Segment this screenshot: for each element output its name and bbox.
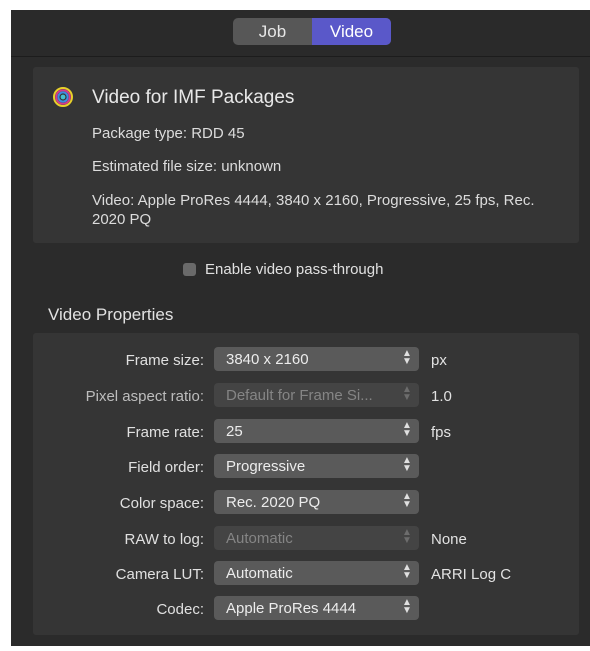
frame-rate-row: Frame rate: 25 ▲ ▼ fps — [33, 419, 579, 445]
setting-summary-box: Video for IMF Packages Package type: RDD… — [33, 67, 579, 243]
color-space-popup[interactable]: Rec. 2020 PQ ▲ ▼ — [214, 490, 419, 514]
chevron-updown-icon: ▲ ▼ — [402, 491, 412, 510]
chevron-updown-icon: ▲ ▼ — [402, 597, 412, 616]
chevron-updown-icon: ▲ ▼ — [402, 420, 412, 439]
estimated-file-size: Estimated file size: unknown — [92, 158, 282, 175]
color-space-value: Rec. 2020 PQ — [226, 494, 321, 511]
chevron-updown-icon: ▲ ▼ — [402, 527, 412, 546]
video-properties-heading: Video Properties — [48, 305, 174, 324]
frame-rate-label: Frame rate: — [126, 424, 204, 441]
codec-label: Codec: — [156, 601, 204, 618]
frame-size-value: 3840 x 2160 — [226, 351, 309, 368]
pixel-aspect-value: Default for Frame Si... — [226, 387, 373, 404]
pixel-aspect-ratio-value: 1.0 — [431, 388, 452, 405]
passthrough-checkbox[interactable] — [183, 263, 196, 276]
video-summary: Video: Apple ProRes 4444, 3840 x 2160, P… — [92, 192, 535, 228]
frame-size-popup[interactable]: 3840 x 2160 ▲ ▼ — [214, 347, 419, 371]
frame-rate-value: 25 — [226, 423, 243, 440]
field-order-value: Progressive — [226, 458, 306, 475]
inspector-window: Job Video Video for IMF Packages Package… — [11, 10, 590, 646]
codec-popup[interactable]: Apple ProRes 4444 ▲ ▼ — [214, 596, 419, 620]
camera-lut-label: Camera LUT: — [115, 566, 204, 583]
passthrough-row[interactable]: Enable video pass-through — [183, 261, 383, 278]
setting-title: Video for IMF Packages — [92, 87, 295, 108]
frame-size-row: Frame size: 3840 x 2160 ▲ ▼ px — [33, 347, 579, 373]
raw-to-log-value: Automatic — [226, 530, 293, 547]
raw-to-log-label: RAW to log: — [124, 531, 204, 548]
pixel-aspect-popup: Default for Frame Si... ▲ ▼ — [214, 383, 419, 407]
chevron-updown-icon: ▲ ▼ — [402, 348, 412, 367]
compressor-setting-icon — [53, 87, 73, 107]
camera-lut-row: Camera LUT: Automatic ▲ ▼ ARRI Log C — [33, 561, 579, 587]
raw-to-log-popup: Automatic ▲ ▼ — [214, 526, 419, 550]
frame-size-unit: px — [431, 352, 447, 369]
codec-row: Codec: Apple ProRes 4444 ▲ ▼ — [33, 596, 579, 622]
segmented-control: Job Video — [233, 18, 391, 45]
color-space-label: Color space: — [119, 495, 204, 512]
frame-rate-unit: fps — [431, 424, 452, 441]
chevron-updown-icon: ▲ ▼ — [402, 455, 412, 474]
raw-to-log-row: RAW to log: Automatic ▲ ▼ None — [33, 526, 579, 552]
tab-bar: Job Video — [11, 10, 590, 57]
codec-value: Apple ProRes 4444 — [226, 600, 357, 617]
pixel-aspect-label: Pixel aspect ratio: — [85, 388, 204, 405]
tab-job[interactable]: Job — [233, 18, 312, 45]
video-properties-panel: Frame size: 3840 x 2160 ▲ ▼ px Pixel aspe… — [33, 333, 579, 635]
raw-to-log-result: None — [431, 531, 467, 548]
passthrough-label[interactable]: Enable video pass-through — [205, 261, 383, 278]
color-space-row: Color space: Rec. 2020 PQ ▲ ▼ — [33, 490, 579, 516]
field-order-label: Field order: — [128, 459, 204, 476]
camera-lut-value: Automatic — [226, 565, 293, 582]
frame-rate-popup[interactable]: 25 ▲ ▼ — [214, 419, 419, 443]
camera-lut-popup[interactable]: Automatic ▲ ▼ — [214, 561, 419, 585]
chevron-updown-icon: ▲ ▼ — [402, 562, 412, 581]
chevron-updown-icon: ▲ ▼ — [402, 384, 412, 403]
camera-lut-result: ARRI Log C — [431, 566, 512, 583]
field-order-row: Field order: Progressive ▲ ▼ — [33, 454, 579, 480]
frame-size-label: Frame size: — [125, 352, 204, 369]
pixel-aspect-row: Pixel aspect ratio: Default for Frame Si… — [33, 383, 579, 409]
tab-video[interactable]: Video — [312, 18, 391, 45]
field-order-popup[interactable]: Progressive ▲ ▼ — [214, 454, 419, 478]
package-type: Package type: RDD 45 — [92, 125, 245, 142]
